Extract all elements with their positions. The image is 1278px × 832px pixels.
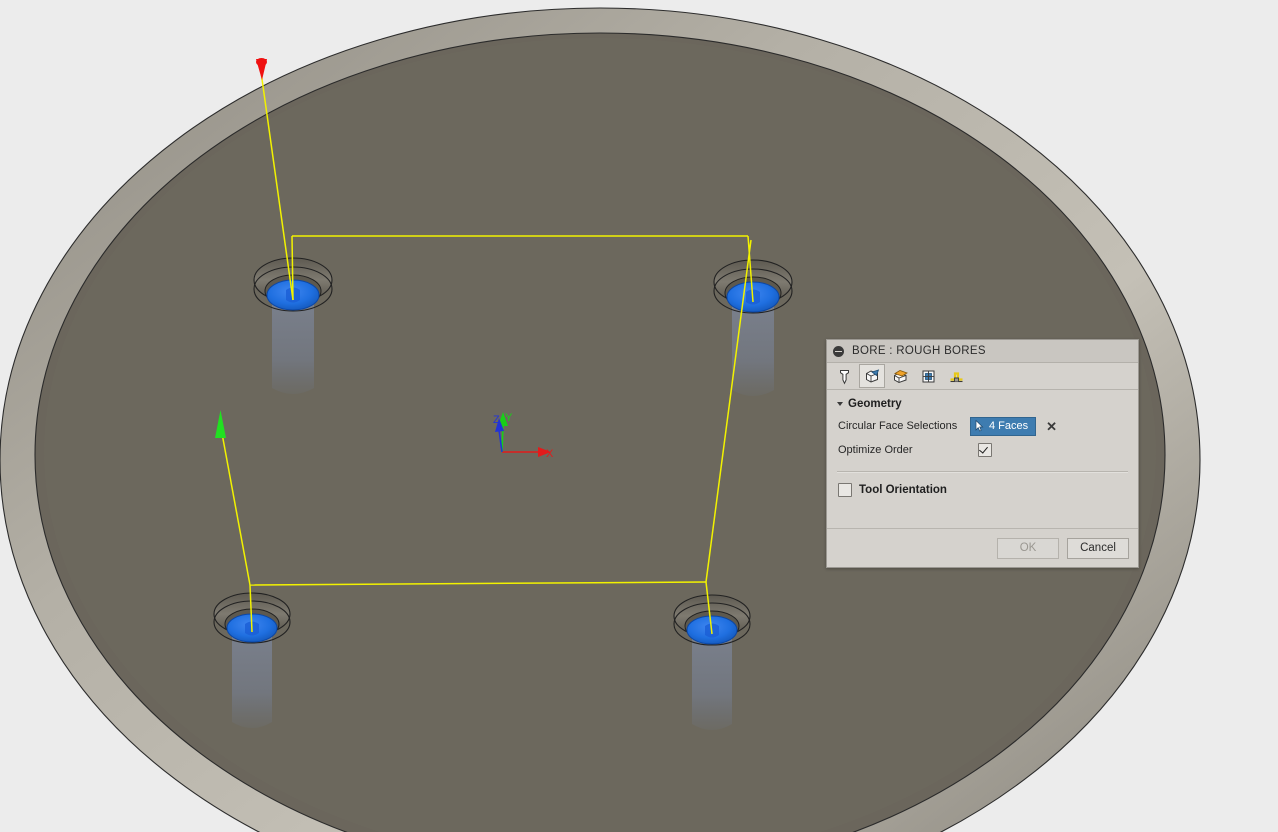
svg-text:Z: Z <box>493 414 500 426</box>
row-circular-face-selections: Circular Face Selections 4 Faces ✕ <box>827 414 1138 438</box>
row-tool-orientation: Tool Orientation <box>827 477 1138 503</box>
chevron-down-icon <box>837 402 843 406</box>
cancel-button[interactable]: Cancel <box>1067 537 1129 559</box>
label-tool-orientation: Tool Orientation <box>859 484 947 496</box>
svg-text:X: X <box>546 448 554 460</box>
dialog-tab-toolbar[interactable] <box>827 363 1138 390</box>
cam-application-window: X Y Z BORE : ROUGH BORES Geometry Circul… <box>0 0 1278 832</box>
section-title-geometry: Geometry <box>848 398 902 410</box>
ok-button[interactable]: OK <box>997 537 1059 559</box>
section-divider <box>837 471 1128 473</box>
tab-geometry[interactable] <box>859 364 885 388</box>
dialog-body: Geometry Circular Face Selections 4 Face… <box>827 390 1138 528</box>
cursor-arrow-icon <box>975 420 984 432</box>
tab-passes[interactable] <box>915 364 941 388</box>
dialog-title-bar[interactable]: BORE : ROUGH BORES <box>827 340 1138 363</box>
optimize-order-checkbox[interactable] <box>978 443 992 457</box>
tab-tool[interactable] <box>831 364 857 388</box>
operation-dialog: BORE : ROUGH BORES Geometry Circular Fac… <box>826 339 1139 568</box>
dialog-title: BORE : ROUGH BORES <box>852 345 986 357</box>
section-header-geometry[interactable]: Geometry <box>827 396 1138 414</box>
face-selection-value: 4 Faces <box>989 420 1029 432</box>
row-optimize-order: Optimize Order <box>827 438 1138 462</box>
face-selection-button[interactable]: 4 Faces <box>970 416 1037 436</box>
tab-heights[interactable] <box>887 364 913 388</box>
tool-orientation-checkbox[interactable] <box>838 483 852 497</box>
dialog-footer: OK Cancel <box>827 528 1138 567</box>
collapse-icon[interactable] <box>833 345 844 357</box>
label-optimize-order: Optimize Order <box>838 444 913 456</box>
clear-selection-icon[interactable]: ✕ <box>1046 420 1057 433</box>
svg-text:Y: Y <box>505 412 513 424</box>
label-circular-face-selections: Circular Face Selections <box>838 420 958 432</box>
tab-linking[interactable] <box>943 364 969 388</box>
